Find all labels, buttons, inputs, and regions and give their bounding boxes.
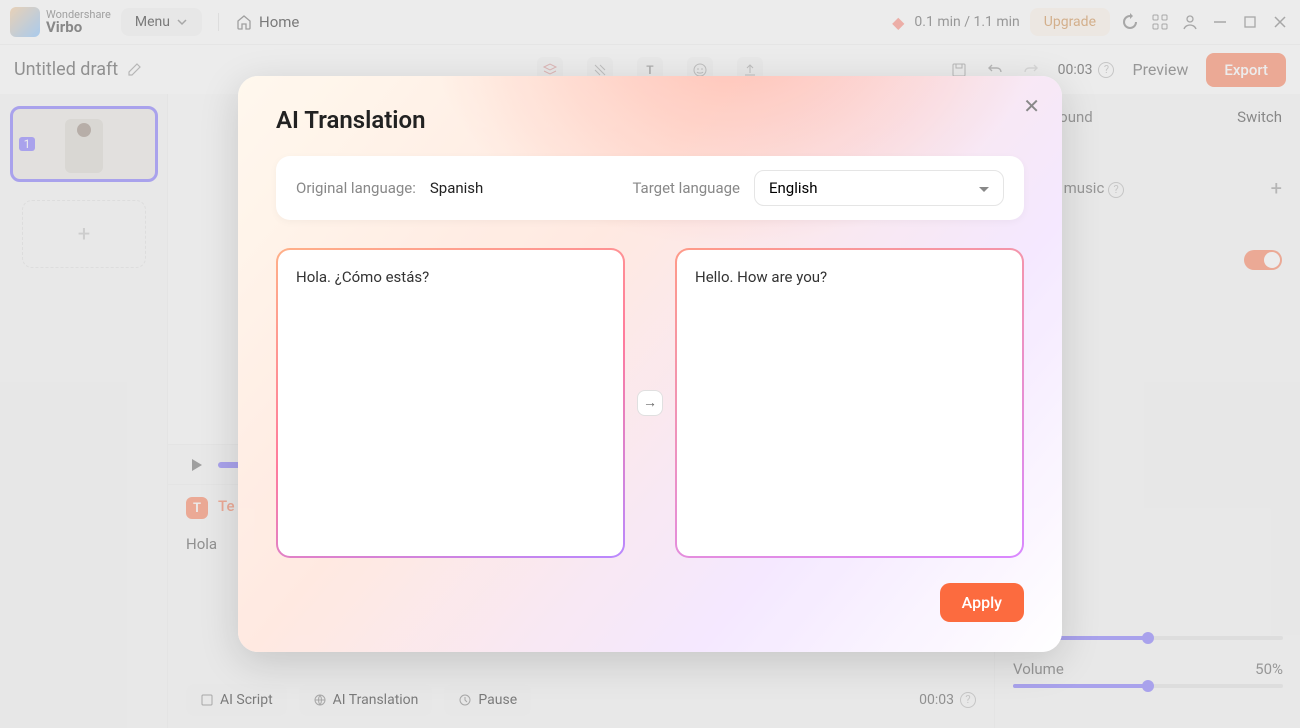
translate-arrow-icon[interactable]: → (637, 390, 663, 416)
target-language-select[interactable]: English (754, 170, 1004, 206)
source-text-box[interactable]: Hola. ¿Cómo estás? (276, 248, 625, 558)
ai-translation-modal: ✕ AI Translation Original language: Span… (238, 76, 1062, 652)
apply-button[interactable]: Apply (940, 583, 1024, 622)
close-icon[interactable]: ✕ (1023, 94, 1040, 118)
target-text-box[interactable]: Hello. How are you? (675, 248, 1024, 558)
original-language-label: Original language: (296, 179, 416, 197)
language-bar: Original language: Spanish Target langua… (276, 156, 1024, 220)
modal-title: AI Translation (276, 106, 1024, 134)
target-language-label: Target language (632, 179, 740, 197)
original-language-value: Spanish (430, 179, 483, 197)
